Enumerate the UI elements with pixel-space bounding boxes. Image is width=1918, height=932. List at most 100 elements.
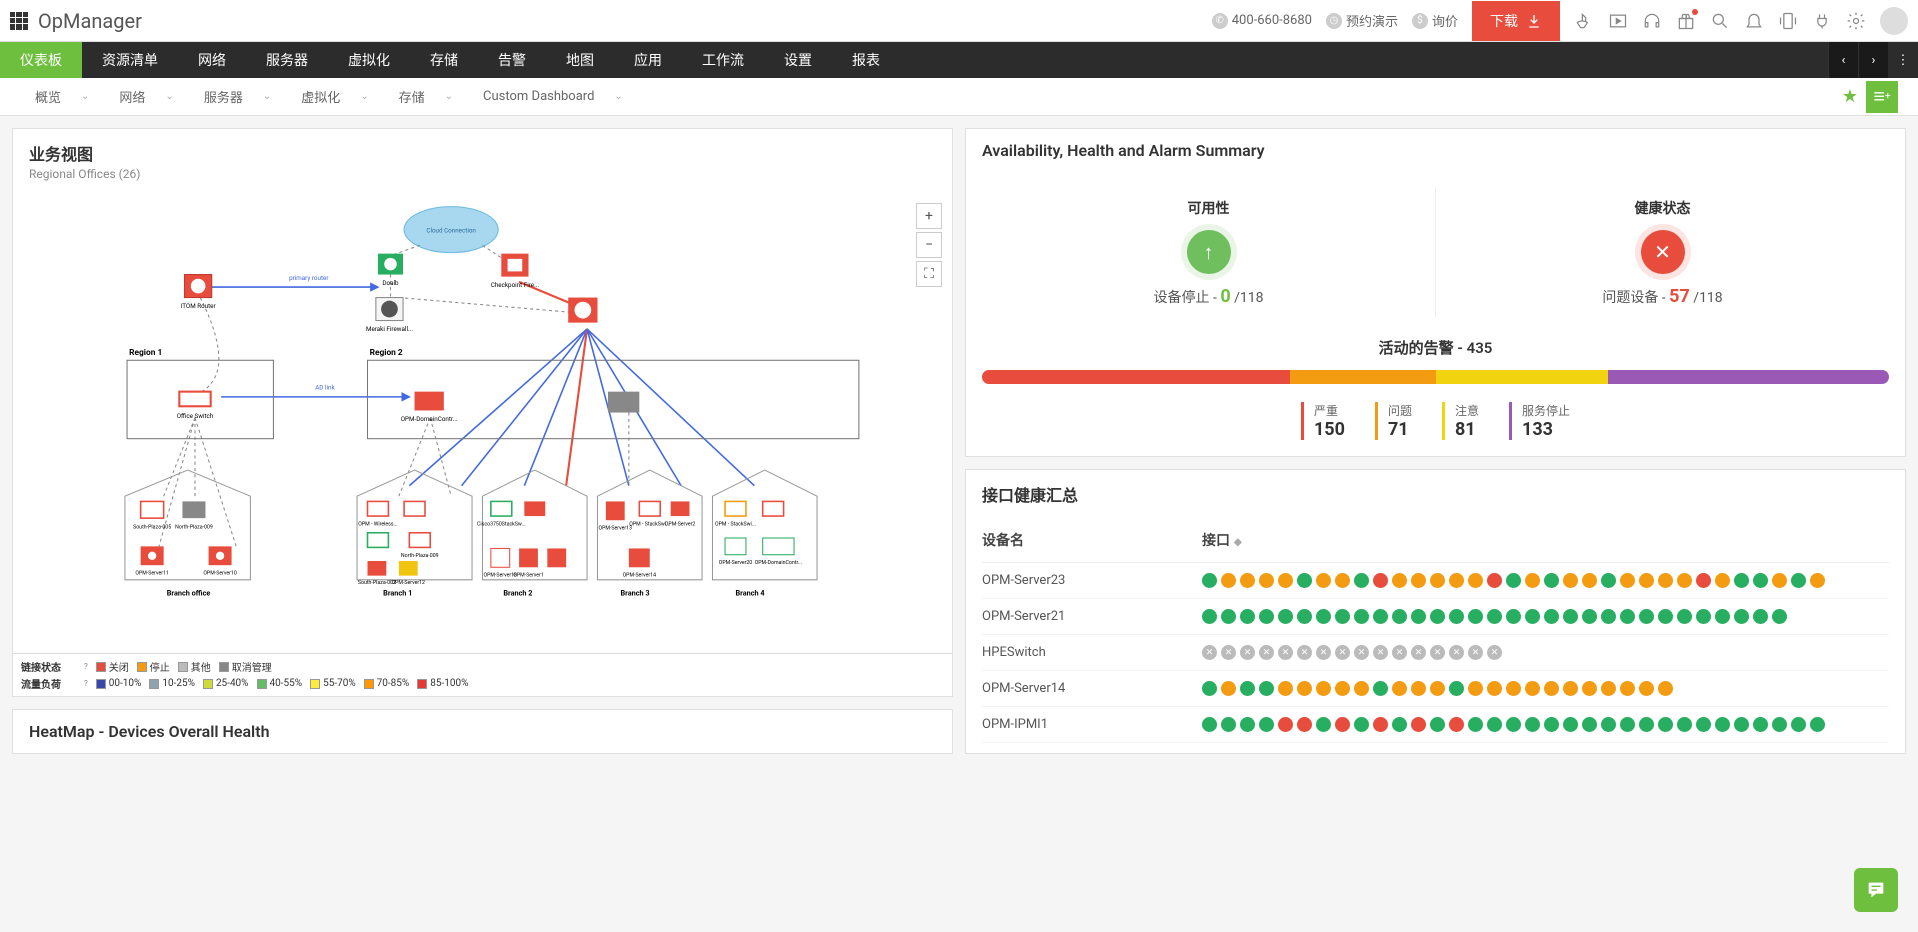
col-device[interactable]: 设备名 — [982, 530, 1202, 550]
nav-4[interactable]: 虚拟化 — [328, 42, 410, 78]
heatmap-title: HeatMap - Devices Overall Health — [13, 710, 952, 753]
subnav-3[interactable]: 虚拟化⌄ — [286, 87, 383, 106]
gift-icon[interactable] — [1676, 11, 1696, 31]
apps-grid-icon[interactable] — [10, 12, 28, 30]
nav-1[interactable]: 资源清单 — [82, 42, 178, 78]
health-block: 健康状态 ✕ 问题设备 - 57 /118 — [1435, 188, 1889, 317]
nav-prev[interactable]: ‹ — [1828, 42, 1858, 78]
svg-text:OPM-Server14: OPM-Server14 — [623, 573, 657, 579]
nav-7[interactable]: 地图 — [546, 42, 614, 78]
nav-next[interactable]: › — [1858, 42, 1888, 78]
topology-map[interactable]: + − ⛶ Cloud Connection primary router — [13, 193, 952, 653]
svg-text:Cloud Connection: Cloud Connection — [426, 227, 476, 235]
svg-text:AD link: AD link — [315, 384, 335, 392]
svg-text:Branch 3: Branch 3 — [620, 589, 649, 598]
headset-icon[interactable] — [1642, 11, 1662, 31]
user-avatar[interactable] — [1880, 7, 1908, 35]
svg-text:ITOM Router: ITOM Router — [181, 302, 217, 310]
zoom-in-button[interactable]: + — [916, 203, 942, 229]
col-interface[interactable]: 接口◆ — [1202, 530, 1242, 550]
plug-icon[interactable] — [1812, 11, 1832, 31]
add-dashboard-button[interactable]: ≡+ — [1866, 81, 1898, 113]
heatmap-panel: HeatMap - Devices Overall Health — [12, 709, 953, 754]
nav-9[interactable]: 工作流 — [682, 42, 764, 78]
subnav-1[interactable]: 网络⌄ — [104, 87, 188, 106]
main-nav: 仪表板资源清单网络服务器虚拟化存储告警地图应用工作流设置报表 ‹ › ⋮ — [0, 42, 1918, 78]
svg-text:South-Plaza-005: South-Plaza-005 — [133, 525, 171, 531]
topology-legend: 链接状态 ? 关闭 停止 其他 取消管理 流量负荷 ? 00-10% 10-25… — [13, 653, 952, 696]
nav-5[interactable]: 存储 — [410, 42, 478, 78]
nav-10[interactable]: 设置 — [764, 42, 832, 78]
svg-text:Region 2: Region 2 — [370, 348, 403, 358]
svg-text:Branch 2: Branch 2 — [503, 589, 532, 598]
nav-3[interactable]: 服务器 — [246, 42, 328, 78]
rocket-icon[interactable] — [1574, 11, 1594, 31]
svg-text:Meraki Firewall...: Meraki Firewall... — [366, 325, 413, 333]
quote-link[interactable]: $询价 — [1412, 11, 1458, 30]
svg-text:North-Plaza-009: North-Plaza-009 — [401, 553, 439, 559]
zoom-out-button[interactable]: − — [916, 232, 942, 258]
iface-row[interactable]: OPM-Server23 — [982, 563, 1889, 599]
nav-11[interactable]: 报表 — [832, 42, 900, 78]
svg-text:Branch 4: Branch 4 — [736, 589, 765, 598]
nav-more-icon[interactable]: ⋮ — [1888, 42, 1918, 78]
svg-text:Doalb: Doalb — [382, 279, 399, 287]
svg-text:OPM-Server10: OPM-Server10 — [203, 571, 237, 577]
svg-text:OPM-DomainContr...: OPM-DomainContr... — [755, 560, 802, 566]
svg-text:primary router: primary router — [289, 274, 329, 282]
subnav-5[interactable]: Custom Dashboard⌄ — [468, 87, 638, 106]
severity-org[interactable]: 问题71 — [1375, 402, 1412, 440]
severity-pur[interactable]: 服务停止133 — [1509, 402, 1570, 440]
favorite-icon[interactable]: ★ — [1842, 86, 1858, 107]
fullscreen-button[interactable]: ⛶ — [916, 261, 942, 287]
download-icon — [1526, 13, 1542, 29]
svg-text:OPM-Server13: OPM-Server13 — [599, 526, 633, 532]
chat-icon — [1865, 879, 1887, 901]
severity-yel[interactable]: 注意81 — [1442, 402, 1479, 440]
download-button[interactable]: 下载 — [1472, 1, 1560, 41]
bell-icon[interactable] — [1744, 11, 1764, 31]
subnav-0[interactable]: 概览⌄ — [20, 87, 104, 106]
svg-text:OPM-DomainContr...: OPM-DomainContr... — [401, 415, 458, 423]
panel-title: 业务视图 — [29, 145, 93, 164]
demo-link[interactable]: ◷预约演示 — [1326, 11, 1398, 30]
svg-text:North-Plaza-009: North-Plaza-009 — [175, 525, 213, 531]
svg-text:OPM-Server11: OPM-Server11 — [135, 571, 168, 577]
gear-icon[interactable] — [1846, 11, 1866, 31]
subnav-2[interactable]: 服务器⌄ — [189, 87, 286, 106]
business-view-panel: 业务视图 Regional Offices (26) + − ⛶ Cloud C… — [12, 128, 953, 697]
nav-8[interactable]: 应用 — [614, 42, 682, 78]
brand-name: OpManager — [38, 9, 142, 33]
subnav-4[interactable]: 存储⌄ — [384, 87, 468, 106]
summary-title: Availability, Health and Alarm Summary — [966, 129, 1905, 172]
iface-row[interactable]: HPESwitch — [982, 635, 1889, 671]
play-icon[interactable] — [1608, 11, 1628, 31]
nav-2[interactable]: 网络 — [178, 42, 246, 78]
svg-text:OPM-Server18: OPM-Server18 — [484, 573, 518, 579]
svg-text:Branch 1: Branch 1 — [383, 589, 412, 598]
dollar-icon: $ — [1412, 13, 1428, 29]
svg-text:OPM - Wireless...: OPM - Wireless... — [358, 521, 397, 527]
svg-text:OPM-Server12: OPM-Server12 — [392, 580, 426, 586]
severity-red[interactable]: 严重150 — [1301, 402, 1345, 440]
search-icon[interactable] — [1710, 11, 1730, 31]
interface-health-panel: 接口健康汇总 设备名 接口◆ OPM-Server23OPM-Server21H… — [965, 469, 1906, 754]
sub-nav: 概览⌄网络⌄服务器⌄虚拟化⌄存储⌄Custom Dashboard⌄ ★ ≡+ — [0, 78, 1918, 116]
clock-icon: ◷ — [1326, 13, 1342, 29]
availability-block: 可用性 ↑ 设备停止 - 0 /118 — [982, 188, 1435, 317]
mobile-icon[interactable] — [1778, 11, 1798, 31]
nav-0[interactable]: 仪表板 — [0, 42, 82, 78]
iface-row[interactable]: OPM-Server21 — [982, 599, 1889, 635]
svg-text:South-Plaza-002: South-Plaza-002 — [358, 580, 396, 586]
svg-text:Checkpoint Fire...: Checkpoint Fire... — [491, 281, 540, 289]
panel-subtitle: Regional Offices (26) — [29, 167, 936, 181]
svg-text:Cisco3750StackSw...: Cisco3750StackSw... — [477, 521, 526, 527]
nav-6[interactable]: 告警 — [478, 42, 546, 78]
phone-number: ✆400-660-8680 — [1212, 13, 1312, 29]
iface-row[interactable]: OPM-IPMI1 — [982, 707, 1889, 743]
iface-row[interactable]: OPM-Server14 — [982, 671, 1889, 707]
iface-title: 接口健康汇总 — [966, 470, 1905, 518]
chat-button[interactable] — [1854, 868, 1898, 912]
svg-text:OPM-Server20: OPM-Server20 — [719, 560, 753, 566]
svg-text:Region 1: Region 1 — [129, 348, 162, 358]
